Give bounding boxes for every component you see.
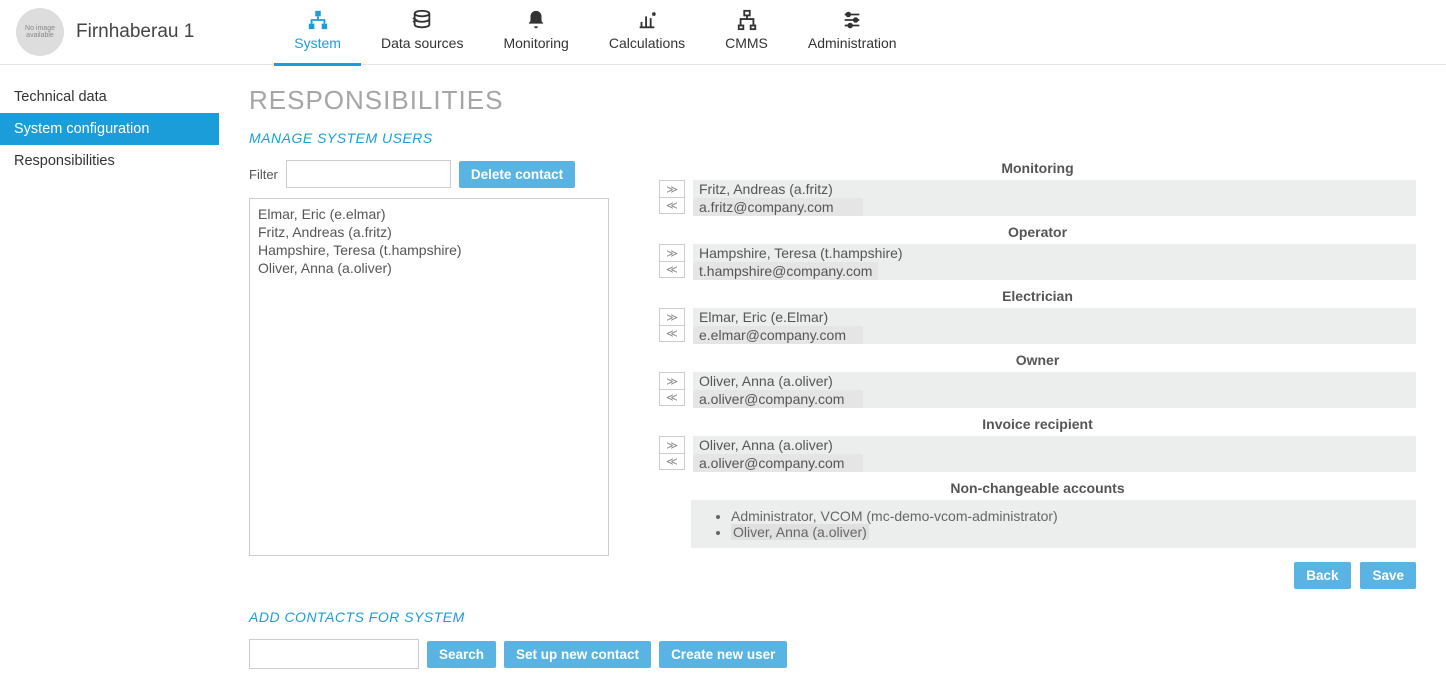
assign-right-icon[interactable]: ≫ <box>660 309 684 325</box>
tools-icon <box>736 9 758 31</box>
role-title: Owner <box>659 352 1416 368</box>
nonchangeable-title: Non-changeable accounts <box>659 480 1416 496</box>
assign-arrows: ≫≪ <box>659 372 685 406</box>
filter-label: Filter <box>249 167 278 182</box>
assigned-box: Fritz, Andreas (a.fritz)a.fritz@company.… <box>693 180 1416 216</box>
assigned-name: Fritz, Andreas (a.fritz) <box>693 180 1416 198</box>
assigned-email[interactable]: a.oliver@company.com <box>693 454 863 472</box>
assign-left-icon[interactable]: ≪ <box>660 453 684 469</box>
sidebar-item-system-configuration[interactable]: System configuration <box>0 113 219 145</box>
assign-arrows: ≫≪ <box>659 308 685 342</box>
create-new-user-button[interactable]: Create new user <box>659 641 787 668</box>
assigned-box: Oliver, Anna (a.oliver)a.oliver@company.… <box>693 372 1416 408</box>
tab-label: Data sources <box>381 35 463 51</box>
assigned-box: Hampshire, Teresa (t.hampshire)t.hampshi… <box>693 244 1416 280</box>
chart-icon <box>636 9 658 31</box>
sidebar: Technical data System configuration Resp… <box>0 65 219 689</box>
list-item[interactable]: Elmar, Eric (e.elmar) <box>254 205 604 223</box>
tab-administration[interactable]: Administration <box>788 0 917 66</box>
assigned-box: Oliver, Anna (a.oliver)a.oliver@company.… <box>693 436 1416 472</box>
assign-left-icon[interactable]: ≪ <box>660 261 684 277</box>
bell-icon <box>525 9 547 31</box>
assigned-email[interactable]: a.oliver@company.com <box>693 390 863 408</box>
assign-arrows: ≫≪ <box>659 436 685 470</box>
search-button[interactable]: Search <box>427 641 496 668</box>
assigned-name: Elmar, Eric (e.Elmar) <box>693 308 1416 326</box>
assign-right-icon[interactable]: ≫ <box>660 373 684 389</box>
sidebar-item-responsibilities[interactable]: Responsibilities <box>0 145 219 177</box>
page-title: RESPONSIBILITIES <box>249 85 1416 116</box>
assigned-email[interactable]: t.hampshire@company.com <box>693 262 878 280</box>
assigned-email[interactable]: e.elmar@company.com <box>693 326 863 344</box>
tab-monitoring[interactable]: Monitoring <box>483 0 588 66</box>
contacts-listbox[interactable]: Elmar, Eric (e.elmar) Fritz, Andreas (a.… <box>249 198 609 556</box>
add-contact-input[interactable] <box>249 639 419 669</box>
assigned-email[interactable]: a.fritz@company.com <box>693 198 863 216</box>
assigned-name: Oliver, Anna (a.oliver) <box>693 436 1416 454</box>
tab-cmms[interactable]: CMMS <box>705 0 788 66</box>
list-item[interactable]: Fritz, Andreas (a.fritz) <box>254 223 604 241</box>
nonchangeable-box: Administrator, VCOM (mc-demo-vcom-admini… <box>691 500 1416 548</box>
sidebar-item-technical-data[interactable]: Technical data <box>0 81 219 113</box>
tab-calculations[interactable]: Calculations <box>589 0 705 66</box>
setup-new-contact-button[interactable]: Set up new contact <box>504 641 651 668</box>
role-title: Invoice recipient <box>659 416 1416 432</box>
assign-right-icon[interactable]: ≫ <box>660 245 684 261</box>
list-item[interactable]: Oliver, Anna (a.oliver) <box>254 259 604 277</box>
role-title: Operator <box>659 224 1416 240</box>
assign-arrows: ≫≪ <box>659 180 685 214</box>
assign-left-icon[interactable]: ≪ <box>660 325 684 341</box>
sliders-icon <box>841 9 863 31</box>
tab-data-sources[interactable]: Data sources <box>361 0 483 66</box>
tab-system[interactable]: System <box>274 0 361 66</box>
assigned-name: Hampshire, Teresa (t.hampshire) <box>693 244 1416 262</box>
top-tabs: System Data sources Monitoring Calculati… <box>274 0 916 66</box>
role-title: Electrician <box>659 288 1416 304</box>
nonchangeable-item: Administrator, VCOM (mc-demo-vcom-admini… <box>731 508 1398 524</box>
tab-label: Monitoring <box>503 35 568 51</box>
back-button[interactable]: Back <box>1294 562 1350 589</box>
content: RESPONSIBILITIES MANAGE SYSTEM USERS Fil… <box>219 65 1446 689</box>
manage-users-title: MANAGE SYSTEM USERS <box>249 130 1416 146</box>
tab-label: Administration <box>808 35 897 51</box>
database-icon <box>411 9 433 31</box>
save-button[interactable]: Save <box>1360 562 1416 589</box>
header: No image available Firnhaberau 1 System … <box>0 0 1446 65</box>
assigned-box: Elmar, Eric (e.Elmar)e.elmar@company.com <box>693 308 1416 344</box>
list-item[interactable]: Hampshire, Teresa (t.hampshire) <box>254 241 604 259</box>
site-title: Firnhaberau 1 <box>76 21 194 43</box>
delete-contact-button[interactable]: Delete contact <box>459 161 575 188</box>
filter-input[interactable] <box>286 160 451 188</box>
tab-label: System <box>294 35 341 51</box>
add-contacts-title: ADD CONTACTS FOR SYSTEM <box>249 609 1416 625</box>
role-title: Monitoring <box>659 160 1416 176</box>
hierarchy-icon <box>307 9 329 31</box>
assigned-name: Oliver, Anna (a.oliver) <box>693 372 1416 390</box>
assign-arrows: ≫≪ <box>659 244 685 278</box>
assign-left-icon[interactable]: ≪ <box>660 389 684 405</box>
tab-label: Calculations <box>609 35 685 51</box>
tab-label: CMMS <box>725 35 768 51</box>
assign-left-icon[interactable]: ≪ <box>660 197 684 213</box>
assign-right-icon[interactable]: ≫ <box>660 437 684 453</box>
site-logo: No image available <box>16 8 64 56</box>
assign-right-icon[interactable]: ≫ <box>660 181 684 197</box>
nonchangeable-item: Oliver, Anna (a.oliver) <box>731 524 1398 540</box>
